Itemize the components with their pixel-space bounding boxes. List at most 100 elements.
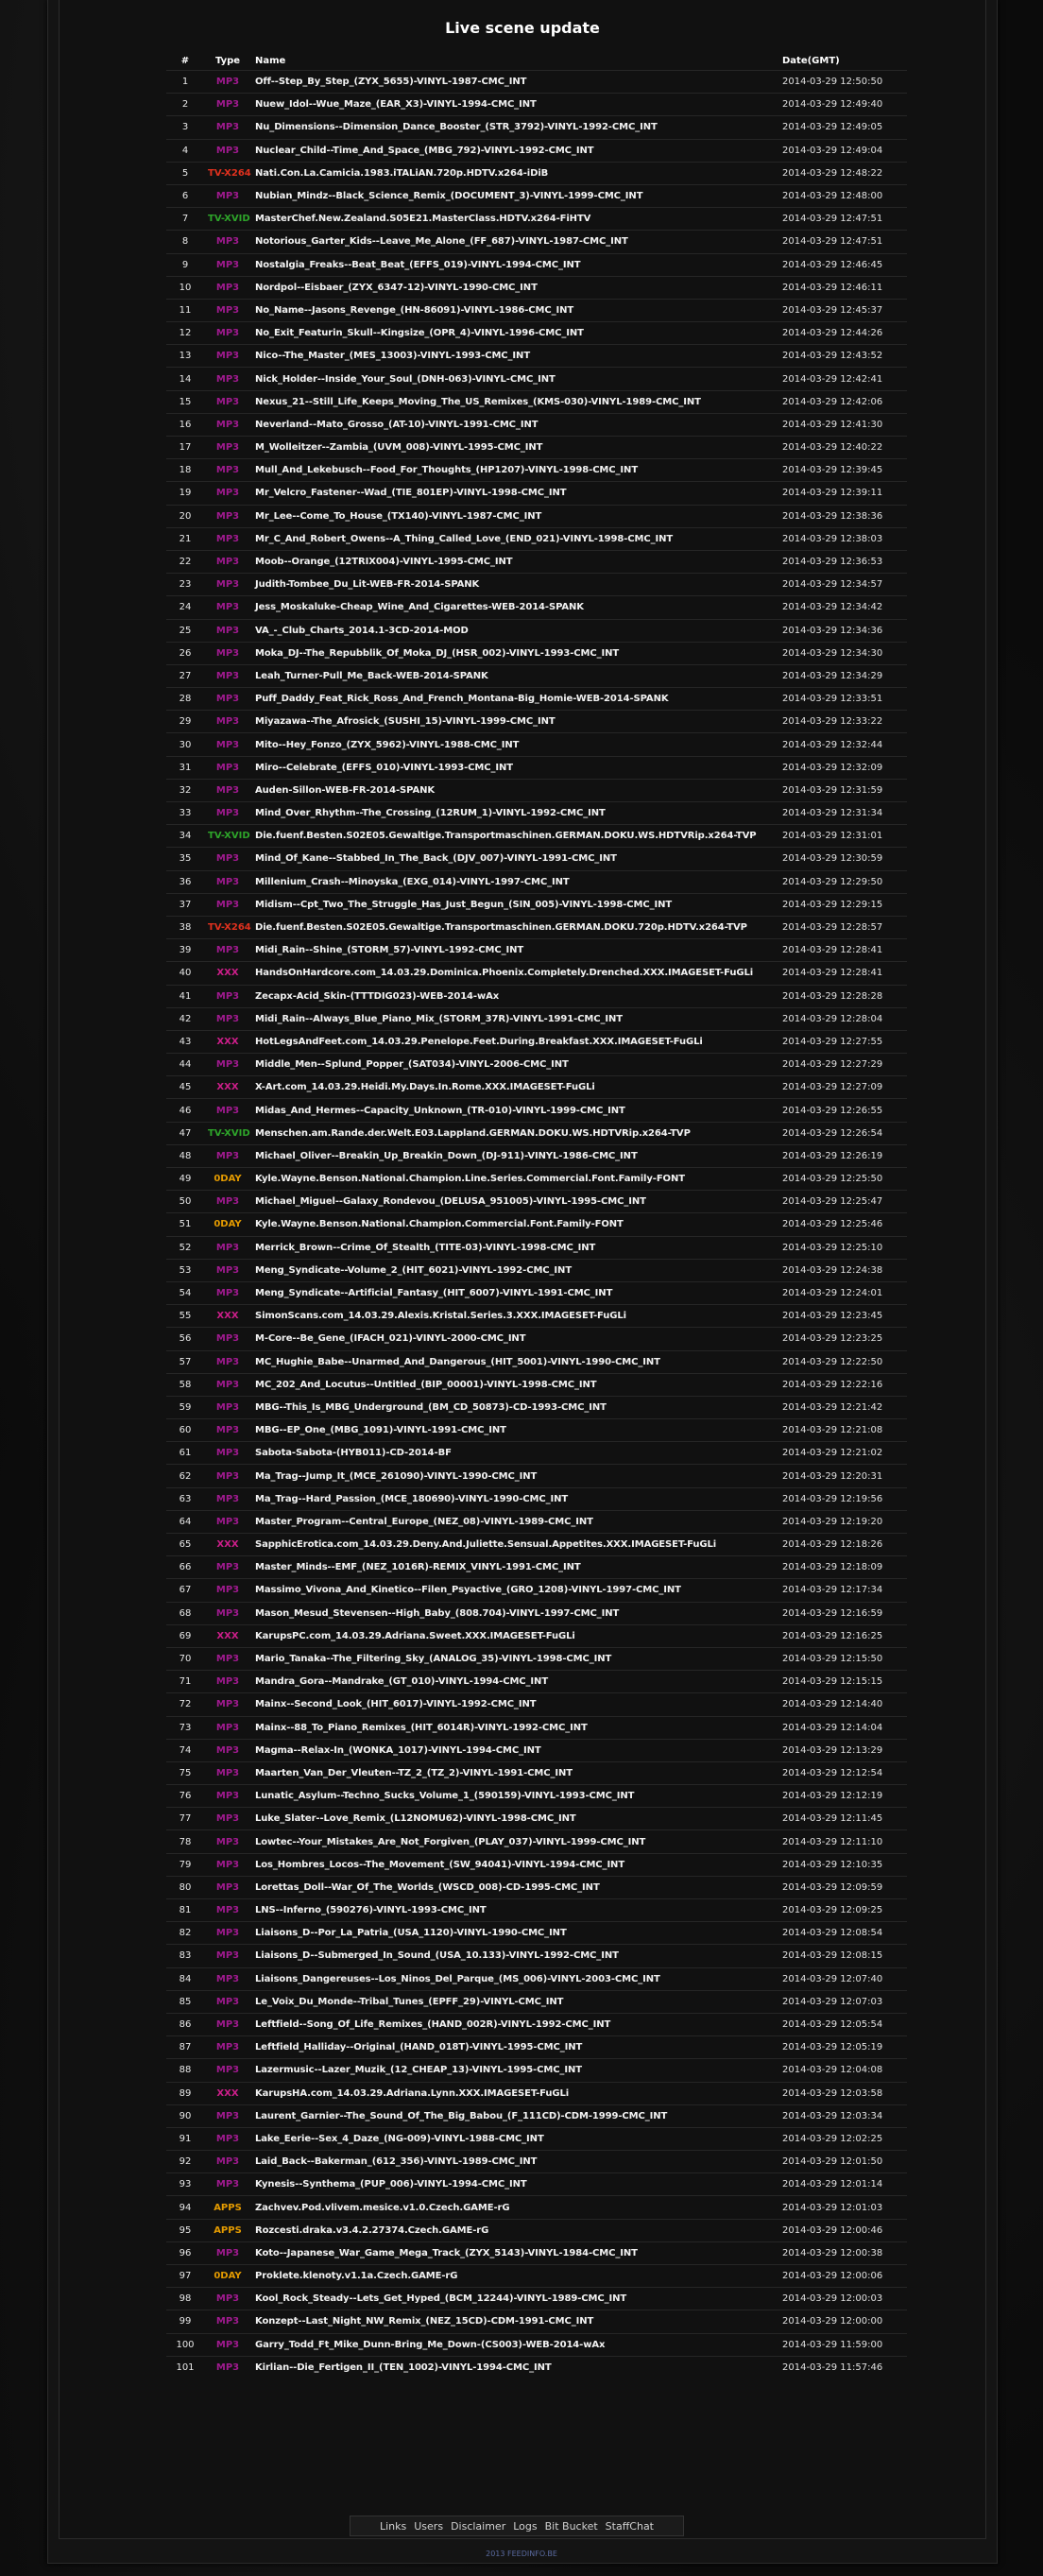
release-name[interactable]: Leftfield_Halliday--Original_(HAND_018T)… [251,2035,778,2059]
release-name[interactable]: KarupsHA.com_14.03.29.Adriana.Lynn.XXX.I… [251,2081,778,2105]
release-name[interactable]: Liaisons_Dangereuses--Los_Ninos_Del_Parq… [251,1966,778,1991]
release-name[interactable]: Leftfield--Song_Of_Life_Remixes_(HAND_00… [251,2012,778,2036]
release-name[interactable]: Miro--Celebrate_(EFFS_010)-VINYL-1993-CM… [251,755,778,780]
release-name[interactable]: Midism--Cpt_Two_The_Struggle_Has_Just_Be… [251,892,778,917]
release-name[interactable]: Michael_Oliver--Breakin_Up_Breakin_Down_… [251,1143,778,1168]
release-name[interactable]: Mr_Lee--Come_To_House_(TX140)-VINYL-1987… [251,504,778,528]
release-name[interactable]: Puff_Daddy_Feat_Rick_Ross_And_French_Mon… [251,687,778,711]
footer-link-links[interactable]: Links [380,2520,406,2533]
release-name[interactable]: Mainx--88_To_Piano_Remixes_(HIT_6014R)-V… [251,1715,778,1740]
footer-link-logs[interactable]: Logs [513,2520,537,2533]
release-name[interactable]: Liaisons_D--Por_La_Patria_(USA_1120)-VIN… [251,1921,778,1945]
release-name[interactable]: Nico--The_Master_(MES_13003)-VINYL-1993-… [251,344,778,368]
release-name[interactable]: MBG--EP_One_(MBG_1091)-VINYL-1991-CMC_IN… [251,1418,778,1442]
release-name[interactable]: Lowtec--Your_Mistakes_Are_Not_Forgiven_(… [251,1829,778,1854]
release-name[interactable]: Luke_Slater--Love_Remix_(L12NOMU62)-VINY… [251,1807,778,1830]
release-name[interactable]: Meng_Syndicate--Artificial_Fantasy_(HIT_… [251,1280,778,1305]
release-name[interactable]: Die.fuenf.Besten.S02E05.Gewaltige.Transp… [251,915,778,939]
release-name[interactable]: Mr_C_And_Robert_Owens--A_Thing_Called_Lo… [251,526,778,551]
footer-link-bit-bucket[interactable]: Bit Bucket [545,2520,598,2533]
release-name[interactable]: MBG--This_Is_MBG_Underground_(BM_CD_5087… [251,1395,778,1419]
release-name[interactable]: MasterChef.New.Zealand.S05E21.MasterClas… [251,207,778,231]
release-name[interactable]: Master_Program--Central_Europe_(NEZ_08)-… [251,1509,778,1534]
release-name[interactable]: Lorettas_Doll--War_Of_The_Worlds_(WSCD_0… [251,1875,778,1899]
release-name[interactable]: Zachvev.Pod.vlivem.mesice.v1.0.Czech.GAM… [251,2195,778,2220]
release-name[interactable]: Laid_Back--Bakerman_(612_356)-VINYL-1989… [251,2150,778,2173]
release-name[interactable]: Nu_Dimensions--Dimension_Dance_Booster_(… [251,115,778,140]
release-name[interactable]: Ma_Trag--Jump_It_(MCE_261090)-VINYL-1990… [251,1464,778,1488]
release-name[interactable]: M-Core--Be_Gene_(IFACH_021)-VINYL-2000-C… [251,1327,778,1350]
release-name[interactable]: Mandra_Gora--Mandrake_(GT_010)-VINYL-199… [251,1670,778,1693]
release-name[interactable]: Nordpol--Eisbaer_(ZYX_6347-12)-VINYL-199… [251,275,778,300]
release-name[interactable]: MC_202_And_Locutus--Untitled_(BIP_00001)… [251,1372,778,1397]
release-name[interactable]: Judith-Tombee_Du_Lit-WEB-FR-2014-SPANK [251,573,778,596]
release-name[interactable]: Moob--Orange_(12TRIX004)-VINYL-1995-CMC_… [251,549,778,574]
release-name[interactable]: Koto--Japanese_War_Game_Mega_Track_(ZYX_… [251,2241,778,2265]
release-name[interactable]: Kynesis--Synthema_(PUP_006)-VINYL-1994-C… [251,2172,778,2196]
release-name[interactable]: Mario_Tanaka--The_Filtering_Sky_(ANALOG_… [251,1646,778,1671]
release-name[interactable]: Millenium_Crash--Minoyska_(EXG_014)-VINY… [251,869,778,894]
release-name[interactable]: Le_Voix_Du_Monde--Tribal_Tunes_(EPFF_29)… [251,1989,778,2014]
release-name[interactable]: Auden-Sillon-WEB-FR-2014-SPANK [251,778,778,802]
release-name[interactable]: Kool_Rock_Steady--Lets_Get_Hyped_(BCM_12… [251,2287,778,2310]
release-name[interactable]: Jess_Moskaluke-Cheap_Wine_And_Cigarettes… [251,595,778,619]
footer-link-disclaimer[interactable]: Disclaimer [451,2520,505,2533]
release-name[interactable]: Mason_Mesud_Stevensen--High_Baby_(808.70… [251,1601,778,1625]
release-name[interactable]: LNS--Inferno_(590276)-VINYL-1993-CMC_INT [251,1898,778,1922]
release-name[interactable]: Nuclear_Child--Time_And_Space_(MBG_792)-… [251,138,778,163]
release-name[interactable]: Kirlian--Die_Fertigen_II_(TEN_1002)-VINY… [251,2355,778,2379]
release-name[interactable]: X-Art.com_14.03.29.Heidi.My.Days.In.Rome… [251,1075,778,1099]
release-name[interactable]: Lazermusic--Lazer_Muzik_(12_CHEAP_13)-VI… [251,2058,778,2082]
release-name[interactable]: SapphicErotica.com_14.03.29.Deny.And.Jul… [251,1532,778,1556]
release-name[interactable]: HandsOnHardcore.com_14.03.29.Dominica.Ph… [251,961,778,985]
release-name[interactable]: Sabota-Sabota-(HYB011)-CD-2014-BF [251,1441,778,1465]
release-name[interactable]: Meng_Syndicate--Volume_2_(HIT_6021)-VINY… [251,1258,778,1282]
release-name[interactable]: MC_Hughie_Babe--Unarmed_And_Dangerous_(H… [251,1349,778,1374]
release-name[interactable]: Neverland--Mato_Grosso_(AT-10)-VINYL-199… [251,412,778,437]
release-name[interactable]: Michael_Miguel--Galaxy_Rondevou_(DELUSA_… [251,1190,778,1213]
release-name[interactable]: Proklete.klenoty.v1.1a.Czech.GAME-rG [251,2263,778,2288]
release-name[interactable]: Midi_Rain--Shine_(STORM_57)-VINYL-1992-C… [251,938,778,962]
release-name[interactable]: Massimo_Vivona_And_Kinetico--Filen_Psyac… [251,1578,778,1603]
release-name[interactable]: Nexus_21--Still_Life_Keeps_Moving_The_US… [251,389,778,414]
release-name[interactable]: Mr_Velcro_Fastener--Wad_(TIE_801EP)-VINY… [251,481,778,506]
release-name[interactable]: Merrick_Brown--Crime_Of_Stealth_(TITE-03… [251,1235,778,1260]
release-name[interactable]: Midas_And_Hermes--Capacity_Unknown_(TR-0… [251,1098,778,1123]
release-name[interactable]: Mull_And_Lekebusch--Food_For_Thoughts_(H… [251,458,778,482]
release-name[interactable]: Kyle.Wayne.Benson.National.Champion.Line… [251,1166,778,1191]
release-name[interactable]: Nati.Con.La.Camicia.1983.iTALiAN.720p.HD… [251,161,778,185]
release-name[interactable]: HotLegsAndFeet.com_14.03.29.Penelope.Fee… [251,1029,778,1054]
release-name[interactable]: Maarten_Van_Der_Vleuten--TZ_2_(TZ_2)-VIN… [251,1760,778,1785]
release-name[interactable]: Kyle.Wayne.Benson.National.Champion.Comm… [251,1212,778,1237]
release-name[interactable]: Lake_Eerie--Sex_4_Daze_(NG-009)-VINYL-19… [251,2126,778,2151]
release-name[interactable]: M_Wolleitzer--Zambia_(UVM_008)-VINYL-199… [251,435,778,459]
release-name[interactable]: Nuew_Idol--Wue_Maze_(EAR_X3)-VINYL-1994-… [251,93,778,116]
release-name[interactable]: Mind_Over_Rhythm--The_Crossing_(12RUM_1)… [251,800,778,825]
release-name[interactable]: Lunatic_Asylum--Techno_Sucks_Volume_1_(5… [251,1784,778,1808]
release-name[interactable]: Nubian_Mindz--Black_Science_Remix_(DOCUM… [251,183,778,208]
release-name[interactable]: Miyazawa--The_Afrosick_(SUSHI_15)-VINYL-… [251,710,778,733]
release-name[interactable]: Off--Step_By_Step_(ZYX_5655)-VINYL-1987-… [251,69,778,94]
release-name[interactable]: Die.fuenf.Besten.S02E05.Gewaltige.Transp… [251,824,778,848]
release-name[interactable]: Mito--Hey_Fonzo_(ZYX_5962)-VINYL-1988-CM… [251,732,778,757]
release-name[interactable]: Ma_Trag--Hard_Passion_(MCE_180690)-VINYL… [251,1486,778,1511]
release-name[interactable]: No_Exit_Featurin_Skull--Kingsize_(OPR_4)… [251,321,778,345]
release-name[interactable]: Nick_Holder--Inside_Your_Soul_(DNH-063)-… [251,367,778,391]
release-name[interactable]: Los_Hombres_Locos--The_Movement_(SW_9404… [251,1852,778,1877]
release-name[interactable]: Notorious_Garter_Kids--Leave_Me_Alone_(F… [251,230,778,253]
release-name[interactable]: Mind_Of_Kane--Stabbed_In_The_Back_(DJV_0… [251,847,778,871]
release-name[interactable]: VA_-_Club_Charts_2014.1-3CD-2014-MOD [251,618,778,643]
release-name[interactable]: Nostalgia_Freaks--Beat_Beat_(EFFS_019)-V… [251,252,778,277]
footer-link-users[interactable]: Users [414,2520,443,2533]
release-name[interactable]: Menschen.am.Rande.der.Welt.E03.Lappland.… [251,1121,778,1145]
release-name[interactable]: Liaisons_D--Submerged_In_Sound_(USA_10.1… [251,1944,778,1968]
release-name[interactable]: Laurent_Garnier--The_Sound_Of_The_Big_Ba… [251,2104,778,2128]
release-name[interactable]: Zecapx-Acid_Skin-(TTTDIG023)-WEB-2014-wA… [251,984,778,1008]
release-name[interactable]: Garry_Todd_Ft_Mike_Dunn-Bring_Me_Down-(C… [251,2332,778,2357]
release-name[interactable]: Midi_Rain--Always_Blue_Piano_Mix_(STORM_… [251,1006,778,1031]
release-name[interactable]: Mainx--Second_Look_(HIT_6017)-VINYL-1992… [251,1692,778,1716]
footer-link-staffchat[interactable]: StaffChat [606,2520,654,2533]
release-name[interactable]: Middle_Men--Splund_Popper_(SAT034)-VINYL… [251,1053,778,1076]
release-name[interactable]: Leah_Turner-Pull_Me_Back-WEB-2014-SPANK [251,663,778,688]
release-name[interactable]: Konzept--Last_Night_NW_Remix_(NEZ_15CD)-… [251,2310,778,2334]
